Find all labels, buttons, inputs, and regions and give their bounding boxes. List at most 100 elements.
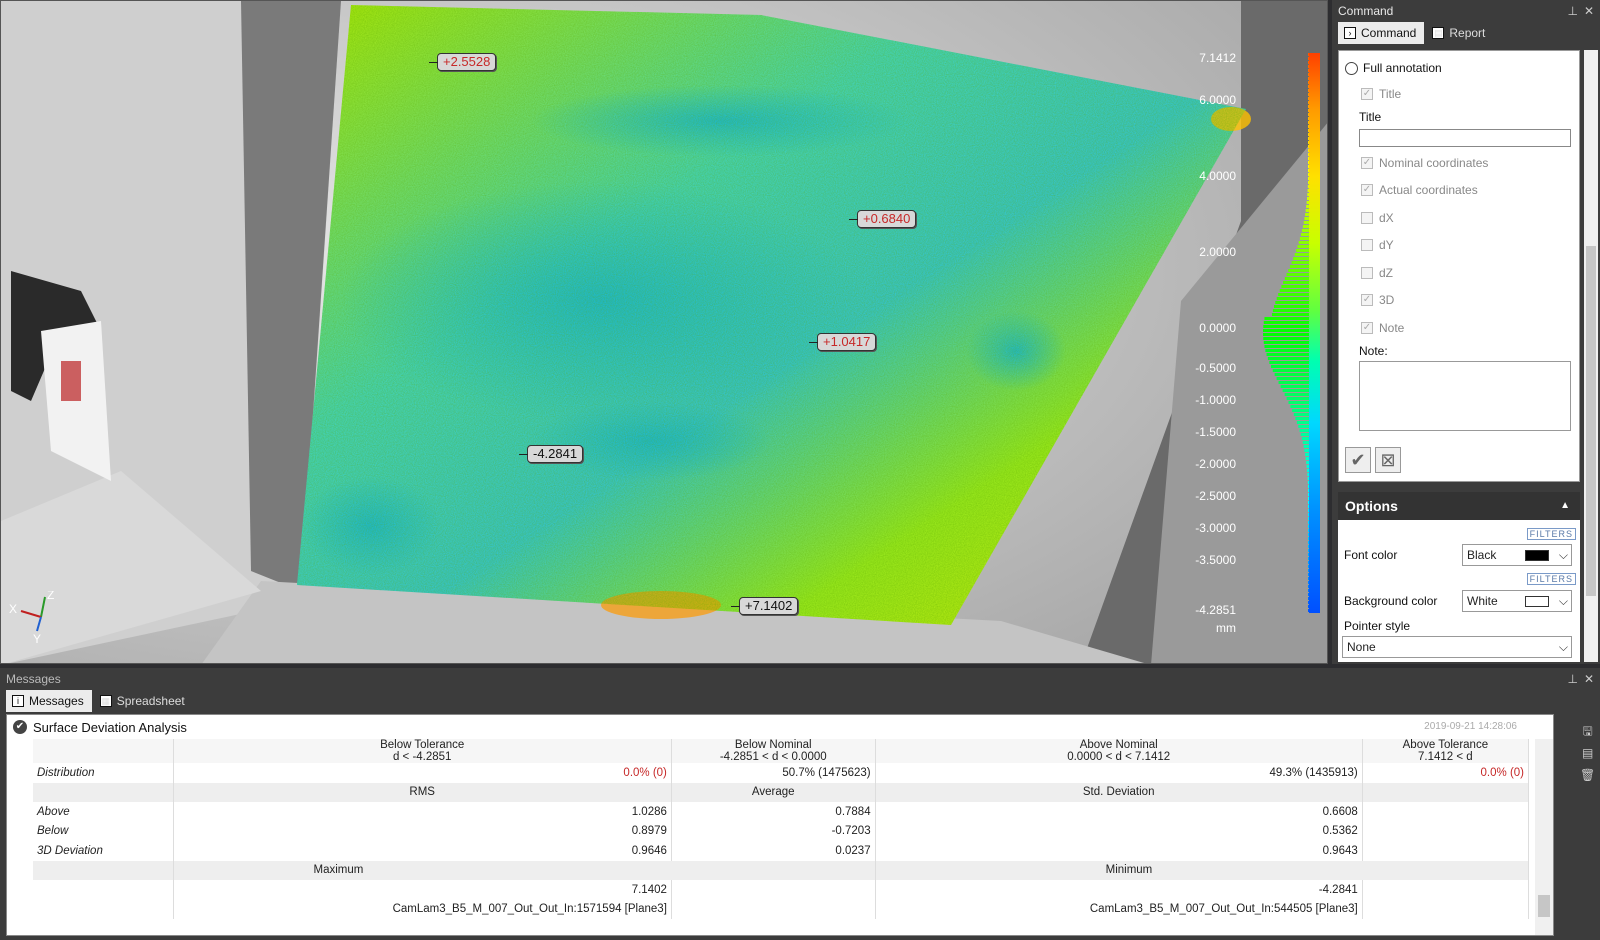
histogram-bar	[1272, 369, 1309, 372]
analysis-header[interactable]: ✔ Surface Deviation Analysis 2019-09-21 …	[7, 715, 1553, 739]
table-header-row: RMS Average Std. Deviation	[33, 782, 1530, 802]
table-cell: 0.0237	[671, 841, 876, 861]
tab-spreadsheet[interactable]: ▦ Spreadsheet	[94, 690, 193, 712]
row-label: 3D Deviation	[33, 841, 174, 861]
checkbox[interactable]	[1361, 267, 1373, 279]
table-cell: 0.6608	[875, 802, 1363, 822]
pin-icon[interactable]: ⊥	[1568, 668, 1578, 690]
checkbox-dz[interactable]: dZ	[1361, 266, 1393, 280]
histogram-bar	[1308, 517, 1309, 520]
checkbox[interactable]: ✓	[1361, 322, 1373, 334]
checkbox[interactable]: ✓	[1361, 88, 1373, 100]
close-icon[interactable]: ✕	[1584, 0, 1594, 22]
histogram-bar	[1308, 181, 1309, 184]
pointer-style-label: Pointer style	[1344, 619, 1411, 633]
checkbox[interactable]: ✓	[1361, 294, 1373, 306]
chevron-down-icon: ⌵	[1558, 594, 1568, 608]
annotation-label[interactable]: +2.5528	[428, 53, 497, 71]
note-textarea[interactable]	[1359, 361, 1571, 431]
select-value: None	[1347, 640, 1376, 654]
options-header[interactable]: Options ▲	[1338, 492, 1580, 520]
histogram-bar	[1308, 597, 1309, 600]
histogram-bar	[1308, 125, 1309, 128]
deviation-colormap-plane[interactable]	[1, 1, 1328, 664]
histogram-bar	[1275, 301, 1309, 304]
checkbox[interactable]	[1361, 212, 1373, 224]
background-color-select[interactable]: White ⌵	[1462, 590, 1572, 612]
checkbox-3d[interactable]: ✓ 3D	[1361, 293, 1394, 307]
background-color-label: Background color	[1344, 594, 1438, 608]
save-icon[interactable]: 🖫	[1580, 720, 1595, 742]
checkbox[interactable]: ✓	[1361, 184, 1373, 196]
histogram-bar	[1295, 417, 1309, 420]
histogram-bar	[1308, 509, 1309, 512]
histogram-bar	[1307, 469, 1309, 472]
panel-scrollbar[interactable]	[1584, 50, 1598, 662]
scrollbar-thumb[interactable]	[1538, 895, 1550, 917]
histogram-bar	[1305, 213, 1309, 216]
messages-scrollbar[interactable]	[1535, 739, 1553, 935]
checkbox-title[interactable]: ✓ Title	[1361, 87, 1401, 101]
histogram-bar	[1297, 245, 1309, 248]
axis-label-z: Z	[47, 591, 54, 602]
tab-label: Report	[1449, 26, 1486, 40]
checkbox-note[interactable]: ✓ Note	[1361, 321, 1404, 335]
filters-button[interactable]: FILTERS	[1526, 528, 1576, 540]
checkbox[interactable]	[1361, 239, 1373, 251]
histogram-bar	[1306, 197, 1309, 200]
close-icon[interactable]: ✕	[1584, 668, 1594, 690]
panel-title: Command	[1338, 4, 1394, 18]
collapse-caret-icon[interactable]: ▲	[1560, 492, 1570, 520]
checkbox-actual-coordinates[interactable]: ✓ Actual coordinates	[1361, 183, 1478, 197]
filters-button[interactable]: FILTERS	[1526, 573, 1576, 585]
histogram-bar	[1288, 401, 1309, 404]
scale-tick: 2.0000	[1199, 245, 1236, 259]
annotation-label[interactable]: -4.2841	[518, 445, 584, 463]
pointer-style-select[interactable]: None ⌵	[1342, 636, 1572, 658]
checkmark-icon: ✔	[1350, 450, 1366, 470]
color-swatch	[1525, 596, 1549, 607]
cancel-button[interactable]: ⊠	[1375, 447, 1401, 473]
tab-messages[interactable]: i Messages	[6, 690, 92, 712]
full-annotation-option[interactable]: Full annotation	[1345, 61, 1442, 75]
histogram-bar	[1291, 261, 1309, 264]
pin-icon[interactable]: ⊥	[1568, 0, 1578, 22]
checkbox-label: dZ	[1379, 266, 1394, 280]
histogram-bar	[1308, 501, 1309, 504]
row-label: Distribution	[33, 763, 174, 783]
title-input[interactable]	[1359, 129, 1571, 147]
histogram-bar	[1308, 109, 1309, 112]
scrollbar-thumb[interactable]	[1586, 246, 1596, 596]
tab-command[interactable]: › Command	[1338, 22, 1425, 44]
column-header: Average	[671, 782, 876, 802]
checkbox[interactable]: ✓	[1361, 157, 1373, 169]
annotation-label[interactable]: +0.6840	[848, 210, 917, 228]
checkbox-nominal-coordinates[interactable]: ✓ Nominal coordinates	[1361, 156, 1488, 170]
histogram-bar	[1271, 313, 1309, 316]
font-color-select[interactable]: Black ⌵	[1462, 544, 1572, 566]
histogram-bar	[1279, 289, 1309, 292]
table-cell: 0.0% (0)	[173, 763, 672, 783]
full-annotation-label: Full annotation	[1363, 61, 1442, 75]
trash-icon[interactable]: 🗑	[1580, 764, 1595, 786]
deviation-results-table: Below Tolerance d < -4.2851 Below Nominal…	[33, 739, 1530, 919]
3d-viewport[interactable]: +2.5528 +0.6840 +1.0417 -4.2841 +7.1402 …	[0, 0, 1328, 664]
histogram-bar	[1308, 121, 1309, 124]
radio-button[interactable]	[1345, 61, 1358, 75]
histogram-bar	[1301, 437, 1309, 440]
histogram-bar	[1308, 609, 1309, 612]
histogram-bar	[1308, 177, 1309, 180]
tab-report[interactable]: ▤ Report	[1426, 22, 1493, 44]
histogram-bar	[1308, 505, 1309, 508]
histogram-bar	[1276, 377, 1309, 380]
document-icon[interactable]: ▤	[1580, 742, 1595, 764]
confirm-button[interactable]: ✔	[1345, 447, 1371, 473]
checkbox-dx[interactable]: dX	[1361, 211, 1394, 225]
histogram-bar	[1308, 85, 1309, 88]
checkbox-dy[interactable]: dY	[1361, 238, 1394, 252]
scale-tick: 0.0000	[1199, 321, 1236, 335]
histogram-bar	[1274, 305, 1309, 308]
annotation-label[interactable]: +1.0417	[808, 333, 877, 351]
annotation-label[interactable]: +7.1402	[730, 597, 799, 615]
histogram-bar	[1308, 549, 1309, 552]
